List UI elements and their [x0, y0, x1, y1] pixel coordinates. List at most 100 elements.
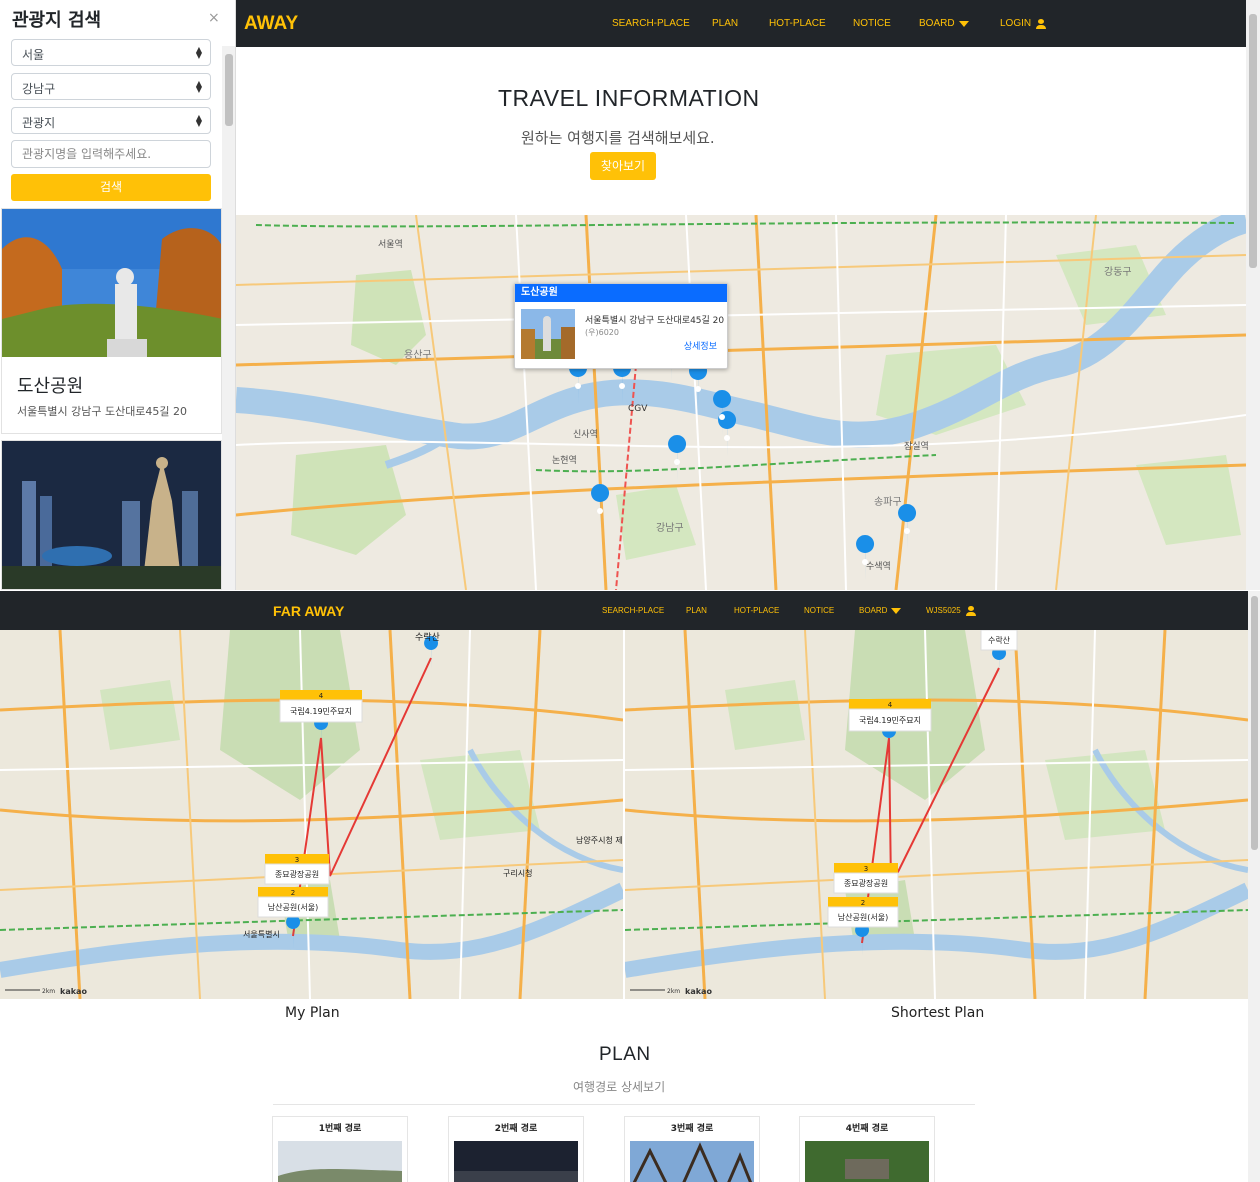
- user-icon: [1036, 18, 1047, 29]
- close-icon[interactable]: ×: [208, 10, 220, 26]
- route-card-4[interactable]: 4번째 경로: [799, 1116, 935, 1182]
- explore-button[interactable]: 찾아보기: [590, 152, 656, 180]
- place-photo: [2, 441, 221, 589]
- marker-label-4[interactable]: 4 국립4.19민주묘지: [279, 690, 363, 723]
- svg-text:4: 4: [319, 692, 324, 700]
- select-arrows-icon: ▲ ▼: [195, 113, 202, 128]
- route-card-2[interactable]: 2번째 경로: [448, 1116, 584, 1182]
- svg-text:4: 4: [888, 701, 893, 709]
- select-arrows-icon: ▲ ▼: [195, 45, 202, 60]
- map-canvas[interactable]: 용산구 강남구 송파구 강동구 서울역 신사역 논현역 CGV 잠실역 수색역: [236, 215, 1246, 590]
- brand-logo[interactable]: AWAY: [244, 13, 298, 35]
- nav-board-dropdown[interactable]: BOARD: [919, 0, 969, 47]
- marker-label-2[interactable]: 2 남산공원(서울): [257, 887, 329, 918]
- route-photo: [454, 1141, 578, 1182]
- detail-link[interactable]: 상세정보: [684, 339, 717, 352]
- my-plan-map[interactable]: 2km kakao 수락산 구리시청 남양주시청 제2청사 서울특별시 4 국립…: [0, 630, 623, 999]
- nav-search-place[interactable]: SEARCH-PLACE: [612, 0, 690, 47]
- my-plan-caption: My Plan: [285, 1005, 340, 1021]
- nav-notice[interactable]: NOTICE: [853, 0, 891, 47]
- map-scale: 2km: [667, 988, 680, 995]
- svg-text:국립4.19민주묘지: 국립4.19민주묘지: [859, 715, 921, 725]
- page-scrollbar[interactable]: [1248, 591, 1260, 1182]
- label-yongsan: 용산구: [404, 349, 432, 361]
- route-card-1[interactable]: 1번째 경로: [272, 1116, 408, 1182]
- map-canvas[interactable]: 2km kakao 수락산 4 국립4.19민주묘지 3 종묘광장공원 2 남산…: [625, 630, 1248, 999]
- chevron-down-icon: [891, 607, 902, 614]
- user-icon: [965, 605, 976, 616]
- nav-search-place[interactable]: SEARCH-PLACE: [602, 591, 664, 630]
- select-arrows-icon: ▲ ▼: [195, 79, 202, 94]
- svg-text:종묘광장공원: 종묘광장공원: [844, 878, 888, 888]
- route-photo: [278, 1141, 402, 1182]
- infowindow-address: 서울특별시 강남구 도산대로45길 20: [585, 316, 725, 326]
- route-card-title: 1번째 경로: [318, 1124, 362, 1134]
- label-nonhyeon: 논현역: [552, 455, 577, 466]
- tourist-map[interactable]: 용산구 강남구 송파구 강동구 서울역 신사역 논현역 CGV 잠실역 수색역: [236, 215, 1246, 590]
- map-canvas[interactable]: 2km kakao 수락산 구리시청 남양주시청 제2청사 서울특별시 4 국립…: [0, 630, 623, 999]
- nav-notice[interactable]: NOTICE: [804, 591, 834, 630]
- district-select[interactable]: 강남구 ▲ ▼: [11, 73, 211, 100]
- route-photo: [805, 1141, 929, 1182]
- route-card-3[interactable]: 3번째 경로: [624, 1116, 760, 1182]
- svg-text:국립4.19민주묘지: 국립4.19민주묘지: [290, 706, 352, 716]
- sidebar-scrollbar-thumb[interactable]: [225, 54, 233, 126]
- search-button[interactable]: 검색: [11, 174, 211, 201]
- place-name: 도산공원: [17, 376, 84, 397]
- svg-text:3: 3: [295, 856, 299, 864]
- marker-label-4[interactable]: 4 국립4.19민주묘지: [848, 699, 932, 732]
- label-sinsa: 신사역: [573, 429, 598, 440]
- category-select[interactable]: 관광지 ▲ ▼: [11, 107, 211, 134]
- page-scrollbar-thumb[interactable]: [1251, 596, 1258, 850]
- route-card-title: 2번째 경로: [494, 1124, 538, 1134]
- place-card[interactable]: [1, 440, 222, 590]
- label-jamsil: 잠실역: [904, 441, 929, 452]
- place-name-input[interactable]: [11, 140, 211, 168]
- label-guri: 구리시청: [503, 869, 532, 878]
- svg-text:수락산: 수락산: [988, 635, 1011, 645]
- nav-user[interactable]: WJS5025: [926, 591, 976, 630]
- svg-text:3: 3: [864, 865, 868, 873]
- svg-text:종묘광장공원: 종묘광장공원: [275, 869, 319, 879]
- infowindow-title: 도산공원: [515, 284, 727, 302]
- page-subtitle: 원하는 여행지를 검색해보세요.: [521, 129, 715, 147]
- route-card-title: 4번째 경로: [845, 1124, 889, 1134]
- svg-text:남산공원(서울): 남산공원(서울): [268, 902, 318, 912]
- label-gangdong: 강동구: [1104, 266, 1132, 278]
- label-songpa: 송파구: [874, 496, 902, 508]
- shortest-plan-map[interactable]: 2km kakao 수락산 4 국립4.19민주묘지 3 종묘광장공원 2 남산…: [625, 630, 1248, 999]
- nav-login[interactable]: LOGIN: [1000, 0, 1047, 47]
- plan-navbar: FAR AWAY SEARCH-PLACE PLAN HOT-PLACE NOT…: [0, 591, 1248, 630]
- label-suraksan: 수락산: [415, 631, 440, 643]
- marker-label-2[interactable]: 2 남산공원(서울): [827, 897, 899, 928]
- place-card[interactable]: 도산공원 서울특별시 강남구 도산대로45길 20: [1, 208, 222, 434]
- nav-hot-place[interactable]: HOT-PLACE: [769, 0, 826, 47]
- plan-section-subtitle: 여행경로 상세보기: [573, 1080, 666, 1094]
- page-scrollbar[interactable]: [1246, 0, 1260, 590]
- kakao-logo: kakao: [60, 987, 87, 996]
- place-address: 서울특별시 강남구 도산대로45길 20: [17, 405, 188, 418]
- marker-label-3[interactable]: 3 종묘광장공원: [833, 863, 899, 894]
- nav-hot-place[interactable]: HOT-PLACE: [734, 591, 779, 630]
- sidebar-scrollbar[interactable]: [222, 46, 235, 590]
- brand-logo[interactable]: FAR AWAY: [273, 603, 344, 619]
- label-seoul: 서울특별시: [243, 929, 280, 939]
- nav-plan[interactable]: PLAN: [712, 0, 738, 47]
- route-photo: [630, 1141, 754, 1182]
- kakao-logo: kakao: [685, 987, 712, 996]
- map-scale: 2km: [42, 988, 55, 995]
- plan-section-title: PLAN: [599, 1044, 651, 1065]
- nav-plan[interactable]: PLAN: [686, 591, 707, 630]
- city-select[interactable]: 서울 ▲ ▼: [11, 39, 211, 66]
- place-thumbnail: [521, 309, 575, 359]
- divider: [273, 1104, 975, 1105]
- search-sidebar: 관광지 검색 × 서울 ▲▼ 강남구 ▲▼ 관광지 ▲▼ 검색: [0, 0, 236, 590]
- page-scrollbar-thumb[interactable]: [1249, 14, 1257, 268]
- place-infowindow[interactable]: 도산공원 서울특별시 강남구 도산대로45길 20 (우)6020 상세정보: [514, 283, 728, 369]
- label-namyangju: 남양주시청 제2청사: [576, 836, 623, 845]
- marker-label-3[interactable]: 3 종묘광장공원: [264, 854, 330, 885]
- marker-label-peak[interactable]: 수락산: [980, 630, 1018, 651]
- sidebar-title: 관광지 검색: [12, 10, 102, 31]
- nav-board-dropdown[interactable]: BOARD: [859, 591, 902, 630]
- label-gangnam: 강남구: [656, 522, 684, 534]
